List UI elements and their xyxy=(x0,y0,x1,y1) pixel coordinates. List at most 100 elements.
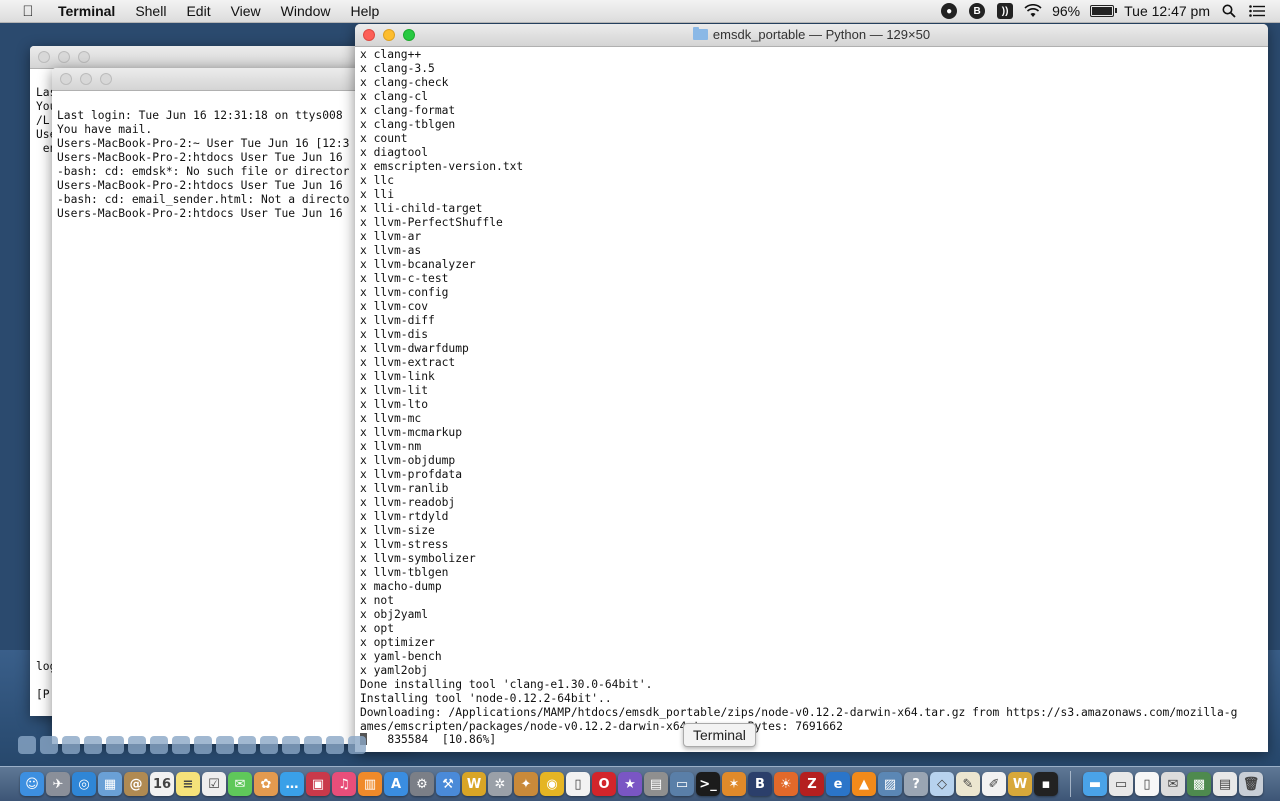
terminal-line: -bash: cd: emdsk*: No such file or direc… xyxy=(57,165,350,178)
menu-app-name[interactable]: Terminal xyxy=(48,0,125,22)
terminal-line: x count xyxy=(360,132,408,145)
scanner-icon[interactable]: ▭ xyxy=(670,772,694,796)
terminal-line: x not xyxy=(360,594,395,607)
close-button[interactable] xyxy=(363,29,375,41)
terminal-line: x obj2yaml xyxy=(360,608,429,621)
terminal-line: /L xyxy=(36,114,50,127)
terminal-output[interactable]: x clang++ x clang-3.5 x clang-check x clang… xyxy=(355,47,1268,752)
chrome-icon[interactable]: ◉ xyxy=(540,772,564,796)
menu-window[interactable]: Window xyxy=(271,0,341,22)
menu-help[interactable]: Help xyxy=(340,0,389,22)
terminal-line: x llvm-lto xyxy=(360,398,429,411)
finder-icon[interactable]: ☺ xyxy=(20,772,44,796)
notification-center-icon[interactable] xyxy=(1248,2,1266,20)
menu-shell[interactable]: Shell xyxy=(125,0,176,22)
script-icon[interactable]: ✎ xyxy=(956,772,980,796)
terminal-line: x llvm-stress xyxy=(360,538,449,551)
chat-icon[interactable]: … xyxy=(280,772,304,796)
terminal-line: x clang-check xyxy=(360,76,449,89)
close-button[interactable] xyxy=(38,51,50,63)
pages-icon[interactable]: ✐ xyxy=(982,772,1006,796)
minimize-button[interactable] xyxy=(80,73,92,85)
battery-icon[interactable] xyxy=(1090,5,1118,17)
zoom-button[interactable] xyxy=(78,51,90,63)
menu-edit[interactable]: Edit xyxy=(176,0,220,22)
archive-icon[interactable]: ▤ xyxy=(644,772,668,796)
minimize-button[interactable] xyxy=(383,29,395,41)
photos-icon[interactable]: ✿ xyxy=(254,772,278,796)
apple-menu-icon[interactable]:  xyxy=(18,3,38,20)
close-button[interactable] xyxy=(60,73,72,85)
terminal-line: x llvm-PerfectShuffle xyxy=(360,216,503,229)
bbedit-status-icon[interactable]: B xyxy=(968,2,986,20)
photo-stack-icon[interactable]: ▩ xyxy=(1187,772,1211,796)
trash-icon[interactable]: 🗑 xyxy=(1239,772,1263,796)
wifi-icon[interactable] xyxy=(1024,2,1042,20)
box-icon[interactable]: ◇ xyxy=(930,772,954,796)
imovie-icon[interactable]: ★ xyxy=(618,772,642,796)
utility-icon[interactable]: ✲ xyxy=(488,772,512,796)
spotlight-search-icon[interactable] xyxy=(1220,2,1238,20)
document2-icon[interactable]: ▯ xyxy=(1135,772,1159,796)
photo-booth-icon[interactable]: ▣ xyxy=(306,772,330,796)
minimize-button[interactable] xyxy=(58,51,70,63)
opera-icon[interactable]: O xyxy=(592,772,616,796)
background-app-icon xyxy=(84,736,102,754)
terminal-line: x llvm-dwarfdump xyxy=(360,342,469,355)
back-window-titlebar[interactable] xyxy=(30,46,390,69)
mail-stack-icon[interactable]: ✉ xyxy=(1161,772,1185,796)
background-app-icon xyxy=(282,736,300,754)
folder-icon[interactable]: ▬ xyxy=(1083,772,1107,796)
flux-status-icon[interactable]: )) xyxy=(996,2,1014,20)
firefox-icon[interactable]: ☀ xyxy=(774,772,798,796)
system-preferences-icon[interactable]: ⚙ xyxy=(410,772,434,796)
terminal-window-main[interactable]: emsdk_portable — Python — 129×50 x clang… xyxy=(355,24,1268,752)
filezilla-icon[interactable]: Z xyxy=(800,772,824,796)
documents-stack-icon[interactable]: ▤ xyxy=(1213,772,1237,796)
status-circle-icon[interactable]: ● xyxy=(940,2,958,20)
tool-icon[interactable]: ✦ xyxy=(514,772,538,796)
terminal-line: ames/emscripten/packages/node-v0.12.2-da… xyxy=(360,720,843,733)
app-store-icon[interactable]: A xyxy=(384,772,408,796)
terminal-line: x yaml-bench xyxy=(360,650,442,663)
battery-percent[interactable]: 96% xyxy=(1052,3,1080,19)
zoom-button[interactable] xyxy=(100,73,112,85)
terminal-line: Downloading: /Applications/MAMP/htdocs/e… xyxy=(360,706,1238,719)
screen-icon[interactable]: ▨ xyxy=(878,772,902,796)
ie-icon[interactable]: e xyxy=(826,772,850,796)
terminal-line: x llvm-lit xyxy=(360,384,429,397)
contacts-icon[interactable]: @ xyxy=(124,772,148,796)
xcode-icon[interactable]: ⚒ xyxy=(436,772,460,796)
notes-icon[interactable]: ≡ xyxy=(176,772,200,796)
itunes-icon[interactable]: ♫ xyxy=(332,772,356,796)
wrench-icon[interactable]: W xyxy=(1008,772,1032,796)
background-app-icon xyxy=(40,736,58,754)
messages-icon[interactable]: ✉ xyxy=(228,772,252,796)
bbedit-icon[interactable]: B xyxy=(748,772,772,796)
safari-icon[interactable]: ◎ xyxy=(72,772,96,796)
clock[interactable]: Tue 12:47 pm xyxy=(1124,3,1210,19)
stack-icon[interactable]: ▭ xyxy=(1109,772,1133,796)
ibooks-icon[interactable]: ▥ xyxy=(358,772,382,796)
terminal-line: x diagtool xyxy=(360,146,429,159)
terminal2-icon[interactable]: ▪ xyxy=(1034,772,1058,796)
word-icon[interactable]: W xyxy=(462,772,486,796)
reminders-icon[interactable]: ☑ xyxy=(202,772,226,796)
launchpad-icon[interactable]: ✈ xyxy=(46,772,70,796)
zoom-button[interactable] xyxy=(403,29,415,41)
preview-icon[interactable]: ▦ xyxy=(98,772,122,796)
terminal-line: x opt xyxy=(360,622,395,635)
calendar-icon[interactable]: 16 xyxy=(150,772,174,796)
main-window-titlebar[interactable]: emsdk_portable — Python — 129×50 xyxy=(355,24,1268,47)
terminal-line: Users-MacBook-Pro-2:~ User Tue Jun 16 [1… xyxy=(57,137,350,150)
terminal-icon[interactable]: >_ xyxy=(696,772,720,796)
help-icon[interactable]: ? xyxy=(904,772,928,796)
terminal-line: x llvm-as xyxy=(360,244,422,257)
menu-view[interactable]: View xyxy=(221,0,271,22)
background-app-icon xyxy=(216,736,234,754)
document-icon[interactable]: ▯ xyxy=(566,772,590,796)
vlc-icon[interactable]: ▲ xyxy=(852,772,876,796)
java-icon[interactable]: ✶ xyxy=(722,772,746,796)
progress-line: 835584 [10.86%] xyxy=(367,733,497,746)
background-app-icon xyxy=(260,736,278,754)
